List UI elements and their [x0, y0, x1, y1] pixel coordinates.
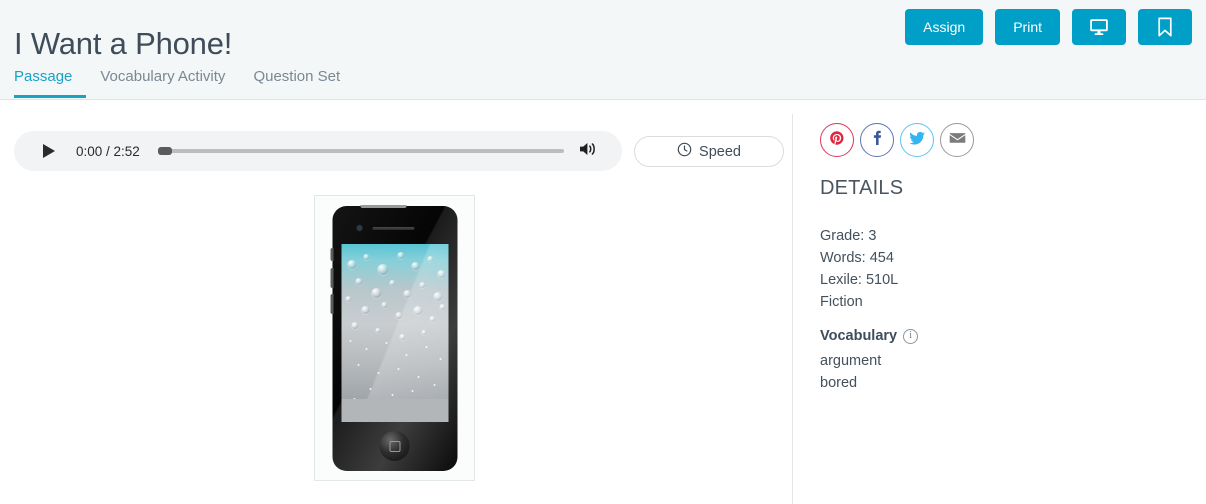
print-button[interactable]: Print — [995, 9, 1060, 45]
email-icon — [949, 131, 966, 150]
tab-bar: Passage Vocabulary Activity Question Set — [14, 68, 354, 98]
audio-progress-slider[interactable] — [157, 144, 564, 158]
passage-image-frame — [314, 195, 475, 481]
phone-home-button — [379, 431, 410, 461]
phone-volume-down-button — [330, 294, 333, 314]
vocabulary-heading-label: Vocabulary — [820, 328, 898, 344]
details-heading: DETAILS — [820, 177, 904, 199]
share-pinterest-button[interactable] — [820, 123, 854, 157]
share-buttons — [820, 123, 974, 157]
phone-camera — [356, 225, 362, 231]
audio-player[interactable]: 0:00 / 2:52 — [14, 131, 622, 171]
speed-button[interactable]: Speed — [634, 136, 784, 167]
tab-vocabulary-activity[interactable]: Vocabulary Activity — [86, 68, 239, 98]
phone-earpiece — [372, 227, 414, 230]
present-button[interactable] — [1072, 9, 1126, 45]
details-meta-list: Grade: 3 Words: 454 Lexile: 510L Fiction — [820, 225, 1190, 313]
vocabulary-word[interactable]: argument — [820, 350, 1190, 372]
monitor-icon — [1089, 18, 1109, 36]
clock-icon — [677, 142, 692, 161]
pinterest-icon — [829, 130, 845, 151]
smartphone-illustration — [330, 205, 457, 471]
page-header: I Want a Phone! Assign Print Passage Voc… — [0, 0, 1206, 100]
page-root: I Want a Phone! Assign Print Passage Voc… — [0, 0, 1206, 504]
details-pane: DETAILS Grade: 3 Words: 454 Lexile: 510L… — [793, 100, 1206, 504]
vocabulary-word[interactable]: bored — [820, 372, 1190, 394]
detail-lexile: Lexile: 510L — [820, 272, 899, 288]
detail-genre: Fiction — [820, 294, 863, 310]
phone-dock-bar — [341, 399, 448, 422]
share-twitter-button[interactable] — [900, 123, 934, 157]
phone-side-button — [330, 248, 333, 261]
screen-glare — [341, 244, 448, 422]
detail-grade: Grade: 3 — [820, 228, 877, 244]
detail-words: Words: 454 — [820, 250, 894, 266]
phone-antenna-strip — [360, 205, 406, 208]
assign-button[interactable]: Assign — [905, 9, 984, 45]
play-icon — [43, 144, 55, 158]
volume-button[interactable] — [576, 140, 600, 162]
tab-question-set[interactable]: Question Set — [239, 68, 354, 98]
phone-screen — [341, 244, 448, 422]
facebook-icon — [869, 130, 885, 151]
phone-volume-up-button — [330, 268, 333, 288]
info-icon[interactable]: i — [903, 328, 919, 344]
vocabulary-list: argument bored — [820, 350, 1190, 394]
audio-time-display: 0:00 / 2:52 — [76, 143, 140, 159]
speed-label: Speed — [699, 143, 741, 160]
play-button[interactable] — [38, 140, 60, 162]
content-area: 0:00 / 2:52 Speed DETAILS Grade: 3 Words… — [0, 100, 1206, 504]
bookmark-button[interactable] — [1138, 9, 1192, 45]
share-facebook-button[interactable] — [860, 123, 894, 157]
twitter-icon — [908, 130, 926, 151]
share-email-button[interactable] — [940, 123, 974, 157]
vocabulary-heading: Vocabulary i — [820, 328, 919, 344]
bookmark-icon — [1157, 17, 1173, 37]
volume-icon — [579, 141, 598, 162]
audio-progress-thumb[interactable] — [157, 147, 172, 155]
audio-progress-track — [157, 147, 564, 155]
passage-pane: 0:00 / 2:52 Speed — [0, 100, 792, 504]
header-actions: Assign Print — [905, 9, 1192, 45]
page-title: I Want a Phone! — [14, 25, 233, 61]
tab-passage[interactable]: Passage — [14, 68, 87, 98]
